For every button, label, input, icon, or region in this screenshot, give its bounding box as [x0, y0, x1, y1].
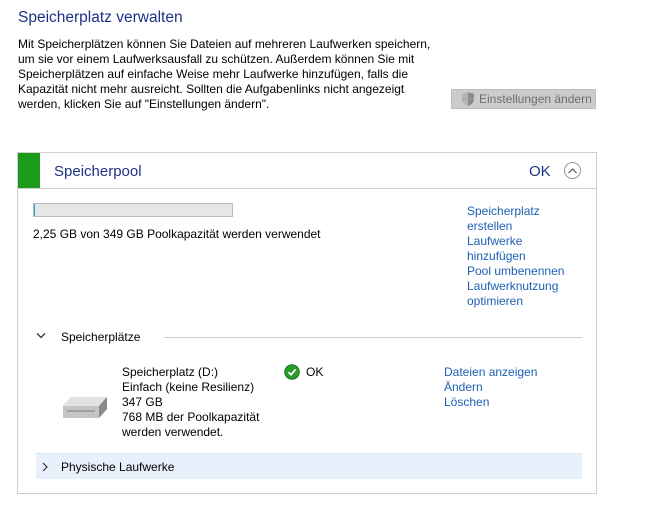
page-description: Mit Speicherplätzen können Sie Dateien a…	[18, 37, 433, 112]
pool-status-bar	[18, 153, 40, 188]
storage-space-details: Speicherplatz (D:) Einfach (keine Resili…	[122, 365, 259, 440]
pool-name: Speicherpool	[54, 163, 142, 180]
space-usage: 768 MB der Poolkapazität	[122, 410, 260, 424]
storage-pool-header: Speicherpool OK	[18, 153, 596, 189]
space-status: OK	[284, 364, 323, 380]
delete-space-link[interactable]: Löschen	[444, 395, 537, 410]
space-type: Einfach (keine Resilienz)	[122, 380, 255, 394]
space-status-text: OK	[306, 365, 324, 379]
pool-status: OK	[529, 163, 551, 180]
shield-icon	[462, 92, 474, 106]
pool-capacity-fill	[34, 204, 36, 216]
space-task-links: Dateien anzeigen Ändern Löschen	[444, 365, 537, 410]
optimize-drive-usage-link[interactable]: Laufwerknutzung	[467, 279, 587, 294]
add-drives-link[interactable]: hinzufügen	[467, 249, 587, 264]
add-drives-link[interactable]: Laufwerke	[467, 234, 587, 249]
pool-capacity-bar	[33, 203, 233, 217]
description-line: werden, klicken Sie auf "Einstellungen ä…	[18, 97, 270, 111]
drive-icon	[63, 397, 107, 418]
storage-pool-panel: Speicherpool OK 2,25 GB von 349 GB Poolk…	[17, 152, 597, 494]
optimize-drive-usage-link[interactable]: optimieren	[467, 294, 587, 309]
description-line: Speicherplätzen auf einfache Weise mehr …	[18, 67, 409, 81]
description-line: Mit Speicherplätzen können Sie Dateien a…	[18, 37, 431, 51]
change-settings-button[interactable]: Einstellungen ändern	[451, 89, 596, 109]
check-icon	[284, 364, 300, 380]
create-space-link[interactable]: erstellen	[467, 219, 587, 234]
space-name: Speicherplatz (D:)	[122, 365, 219, 379]
page-title: Speicherplatz verwalten	[18, 9, 183, 26]
collapse-pool-button[interactable]	[564, 162, 581, 179]
create-space-link[interactable]: Speicherplatz	[467, 204, 587, 219]
section-divider	[164, 337, 582, 338]
physical-drives-section-header[interactable]: Physische Laufwerke	[36, 453, 582, 479]
chevron-right-icon	[42, 462, 48, 472]
chevron-up-icon	[568, 167, 577, 173]
description-line: Kapazität nicht mehr ausreicht. Sollten …	[18, 82, 405, 96]
physical-drives-section-label: Physische Laufwerke	[61, 460, 175, 474]
space-size: 347 GB	[122, 395, 163, 409]
rename-pool-link[interactable]: Pool umbenennen	[467, 264, 587, 279]
change-settings-label: Einstellungen ändern	[479, 92, 592, 106]
space-usage: werden verwendet.	[122, 425, 224, 439]
chevron-down-icon	[36, 333, 46, 339]
change-space-link[interactable]: Ändern	[444, 380, 537, 395]
pool-capacity-text: 2,25 GB von 349 GB Poolkapazität werden …	[33, 227, 321, 241]
view-files-link[interactable]: Dateien anzeigen	[444, 365, 537, 380]
storage-spaces-section-label: Speicherplätze	[61, 330, 141, 344]
storage-spaces-section-header[interactable]: Speicherplätze	[36, 330, 582, 346]
description-line: um sie vor einem Laufwerksausfall zu sch…	[18, 52, 415, 66]
pool-task-links: Speicherplatz erstellen Laufwerke hinzuf…	[467, 204, 587, 309]
